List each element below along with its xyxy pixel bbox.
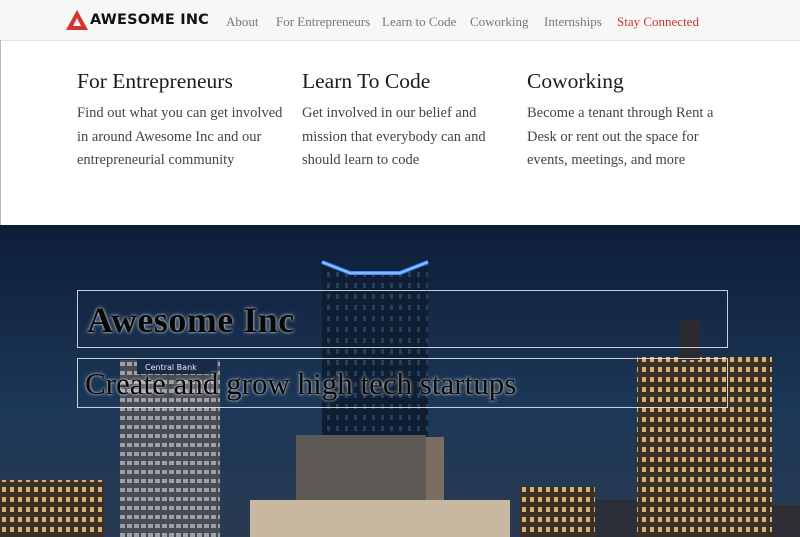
hero-banner: Central Bank Awesome Inc Create and grow… bbox=[0, 225, 800, 537]
hero-title: Awesome Inc bbox=[77, 290, 728, 348]
nav-coworking[interactable]: Coworking bbox=[470, 14, 529, 30]
top-navbar: AWESOME INC About For Entrepreneurs Lear… bbox=[0, 0, 800, 41]
feature-title[interactable]: Learn To Code bbox=[302, 68, 517, 94]
feature-learn-to-code: Learn To Code Get involved in our belief… bbox=[302, 68, 517, 173]
brand-logo[interactable]: AWESOME INC bbox=[66, 9, 209, 31]
hero-subtitle: Create and grow high tech startups bbox=[77, 358, 728, 408]
feature-description: Find out what you can get involved in ar… bbox=[77, 105, 283, 168]
nav-for-entrepreneurs[interactable]: For Entrepreneurs bbox=[276, 14, 370, 30]
nav-stay-connected[interactable]: Stay Connected bbox=[617, 14, 699, 30]
feature-title[interactable]: Coworking bbox=[527, 68, 742, 94]
feature-title[interactable]: For Entrepreneurs bbox=[77, 68, 292, 94]
nav-learn-to-code[interactable]: Learn to Code bbox=[382, 14, 456, 30]
page-left-border bbox=[0, 40, 1, 225]
nav-internships[interactable]: Internships bbox=[544, 14, 602, 30]
logo-triangle-icon bbox=[66, 10, 88, 30]
nav-about[interactable]: About bbox=[226, 14, 259, 30]
feature-description: Get involved in our belief and mission t… bbox=[302, 105, 486, 168]
brand-name: AWESOME INC bbox=[90, 12, 209, 28]
feature-description: Become a tenant through Rent a Desk or r… bbox=[527, 105, 714, 168]
feature-entrepreneurs: For Entrepreneurs Find out what you can … bbox=[77, 68, 292, 173]
feature-coworking: Coworking Become a tenant through Rent a… bbox=[527, 68, 742, 173]
